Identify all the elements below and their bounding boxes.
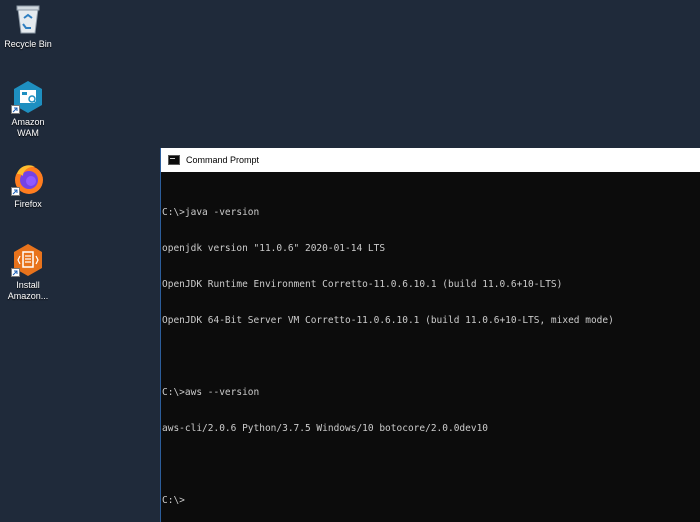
console-line: OpenJDK 64-Bit Server VM Corretto-11.0.6… [162,315,614,326]
amazon-wam-icon [11,80,45,114]
desktop-icon-firefox[interactable]: Firefox [0,162,56,210]
console-line: aws-cli/2.0.6 Python/3.7.5 Windows/10 bo… [162,423,489,434]
console-line: C:\>java -version [162,207,260,218]
desktop-icon-recycle-bin[interactable]: Recycle Bin [0,2,56,50]
recycle-bin-icon [11,2,45,36]
window-title: Command Prompt [186,155,260,165]
desktop-icon-label: Install Amazon... [7,280,49,301]
command-prompt-window[interactable]: Command Prompt C:\>java -version openjdk… [160,148,700,522]
console-line: openjdk version "11.0.6" 2020-01-14 LTS [162,243,386,254]
desktop-icon-amazon-wam[interactable]: Amazon WAM [0,80,56,139]
firefox-icon [11,162,45,196]
shortcut-arrow-icon [11,187,20,196]
desktop-icon-install-amazon[interactable]: Install Amazon... [0,243,56,302]
desktop-icon-label: Amazon WAM [11,117,45,138]
shortcut-arrow-icon [11,105,20,114]
desktop-icon-label: Firefox [14,199,42,209]
desktop-icon-label: Recycle Bin [4,39,52,49]
window-titlebar[interactable]: Command Prompt [161,148,700,172]
console-line: C:\>aws --version [162,387,260,398]
console-output[interactable]: C:\>java -version openjdk version "11.0.… [161,172,700,522]
command-prompt-icon [168,155,180,165]
install-amazon-icon [11,243,45,277]
shortcut-arrow-icon [11,268,20,277]
console-prompt-line: C:\> [162,495,185,506]
console-line: OpenJDK Runtime Environment Corretto-11.… [162,279,563,290]
